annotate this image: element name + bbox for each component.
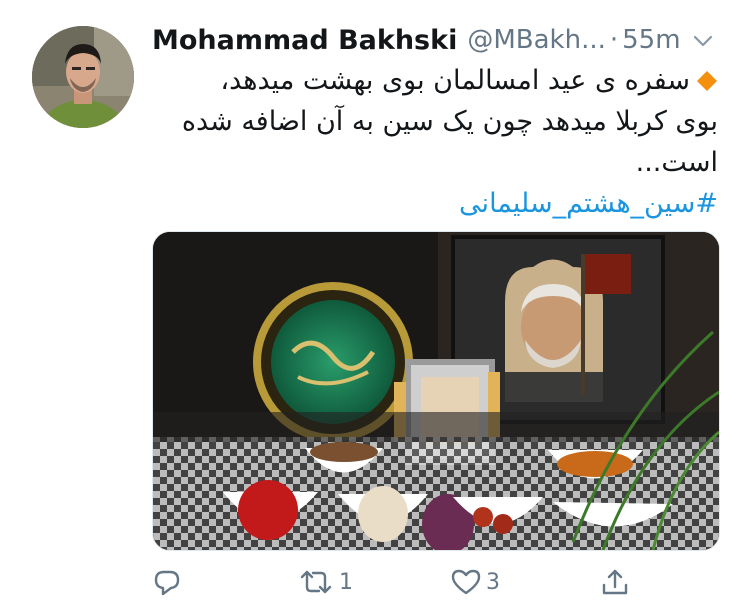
share-icon <box>602 569 628 595</box>
reply-button[interactable] <box>152 562 186 602</box>
media-photo <box>153 232 719 550</box>
orange-diamond-icon <box>697 71 717 91</box>
retweet-icon <box>300 570 332 594</box>
avatar-image <box>32 26 134 128</box>
hashtag-link[interactable]: #سین_هشتم_سلیمانی <box>152 183 718 224</box>
tweet-text-line-2: بوی کربلا میدهد چون یک سین به آن اضافه ش… <box>181 106 718 137</box>
heart-icon <box>451 569 481 595</box>
like-button[interactable]: 3 <box>450 562 500 602</box>
tweet-text-line-3: است... <box>635 147 718 178</box>
tweet-text-line: سفره ی عید امسالمان بوی بهشت میدهد، <box>152 60 718 101</box>
user-handle[interactable]: @MBakh... <box>467 25 606 55</box>
like-count: 3 <box>486 569 500 595</box>
reply-icon <box>154 570 180 596</box>
tweet-media-image[interactable] <box>152 231 720 551</box>
retweet-count: 1 <box>339 569 353 595</box>
avatar[interactable] <box>32 26 134 128</box>
tweet-text: سفره ی عید امسالمان بوی بهشت میدهد، بوی … <box>152 60 718 224</box>
timestamp[interactable]: 55m <box>622 25 680 55</box>
retweet-button[interactable]: 1 <box>297 562 353 602</box>
display-name[interactable]: Mohammad Bakhski <box>152 25 457 56</box>
separator-dot: · <box>609 25 619 55</box>
chevron-down-icon[interactable] <box>692 30 714 56</box>
tweet-text-line-1: سفره ی عید امسالمان بوی بهشت میدهد، <box>220 65 690 96</box>
share-button[interactable] <box>600 562 630 602</box>
action-bar: 1 3 <box>152 562 718 602</box>
tweet-header: Mohammad Bakhski @MBakh... · 55m <box>152 22 720 58</box>
